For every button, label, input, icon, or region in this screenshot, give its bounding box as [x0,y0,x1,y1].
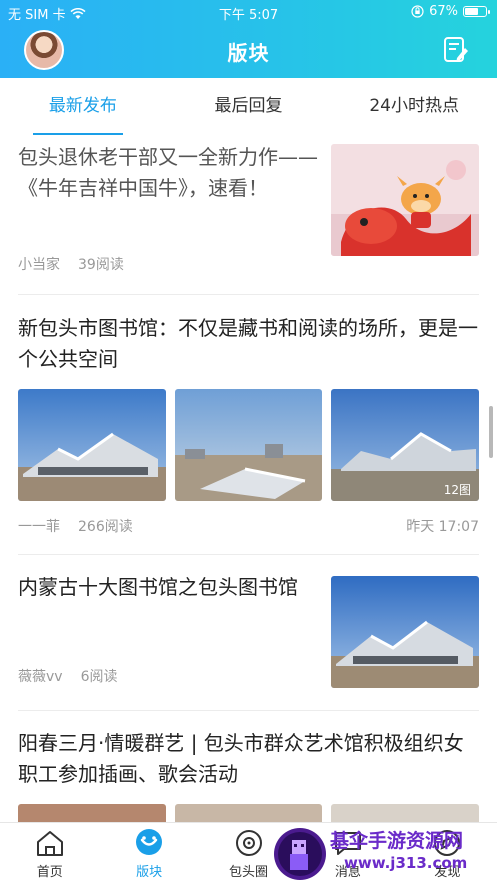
library-photo-icon [331,576,479,688]
camera-circle-icon [235,830,262,856]
post-thumbnail[interactable] [331,144,479,256]
nav-board[interactable]: 版块 [99,823,198,883]
image-count-badge: 12图 [443,483,471,497]
post-image-1[interactable] [18,804,166,822]
tab-24h-hot[interactable]: 24小时热点 [331,78,497,136]
scrollbar[interactable] [489,406,493,458]
battery-icon [463,6,490,17]
post-item[interactable]: 新包头市图书馆：不仅是藏书和阅读的场所，更是一个公共空间 [18,313,479,375]
post-meta: 薇薇vv 6阅读 [18,666,118,686]
divider [18,554,479,555]
edit-post-icon[interactable] [443,36,469,64]
post-reads: 266阅读 [78,519,133,535]
post-reads: 39阅读 [78,257,124,273]
post-time: 昨天 17:07 [406,519,479,535]
home-icon [36,831,63,856]
post-image-3[interactable] [331,804,479,822]
nav-home[interactable]: 首页 [0,823,99,883]
watermark-url: www.j313.com [344,854,468,872]
post-item[interactable]: 包头退休老干部又一全新力作——《牛年吉祥中国牛》，速看！ [18,142,318,204]
post-author: 一一菲 [18,519,60,535]
post-image-3[interactable]: 12图 [331,389,479,501]
nav-label: 版块 [136,865,163,880]
battery-percent: 67% [429,4,458,19]
post-thumbnail[interactable] [331,576,479,688]
post-feed[interactable]: 包头退休老干部又一全新力作——《牛年吉祥中国牛》，速看！ 小当家 39阅读 新包… [0,136,497,822]
post-title: 包头退休老干部又一全新力作——《牛年吉祥中国牛》，速看！ [18,145,318,200]
page-title: 版块 [227,41,270,65]
nav-label: 包头圈 [229,865,269,880]
post-image-2[interactable] [175,804,322,822]
post-reads: 6阅读 [80,669,118,685]
library-photo-icon [18,389,166,501]
watermark-logo-icon [274,828,326,880]
post-meta: 一一菲 266阅读 昨天 17:07 [18,516,479,536]
post-author: 小当家 [18,257,60,273]
post-item[interactable]: 内蒙古十大图书馆之包头图书馆 [18,572,308,603]
watermark-title: 基伞手游资源网 [330,830,464,852]
app-header: 无 SIM 卡 下午 5:07 67% 版块 [0,0,497,78]
divider [18,710,479,711]
post-title: 阳春三月·情暖群艺 | 包头市群众艺术馆积极组织女职工参加插画、歌会活动 [18,731,464,786]
nav-label: 首页 [36,865,63,880]
board-icon [136,829,163,855]
library-aerial-photo-icon [175,389,322,501]
active-tab-indicator [33,133,123,135]
status-bar: 无 SIM 卡 下午 5:07 67% [0,4,497,23]
watermark: 基伞手游资源网 www.j313.com [270,824,497,883]
post-title: 新包头市图书馆：不仅是藏书和阅读的场所，更是一个公共空间 [18,316,478,371]
feed-tabs: 最新发布 最后回复 24小时热点 [0,78,497,136]
post-author: 薇薇vv [18,669,63,685]
post-item[interactable]: 阳春三月·情暖群艺 | 包头市群众艺术馆积极组织女职工参加插画、歌会活动 [18,728,479,790]
ox-illustration-icon [331,144,479,256]
tab-last-reply[interactable]: 最后回复 [166,78,332,136]
tab-latest[interactable]: 最新发布 [0,78,166,136]
divider [18,294,479,295]
post-title: 内蒙古十大图书馆之包头图书馆 [18,575,298,599]
post-image-2[interactable] [175,389,322,501]
post-meta: 小当家 39阅读 [18,254,124,274]
orientation-lock-icon [411,5,424,18]
post-image-1[interactable] [18,389,166,501]
